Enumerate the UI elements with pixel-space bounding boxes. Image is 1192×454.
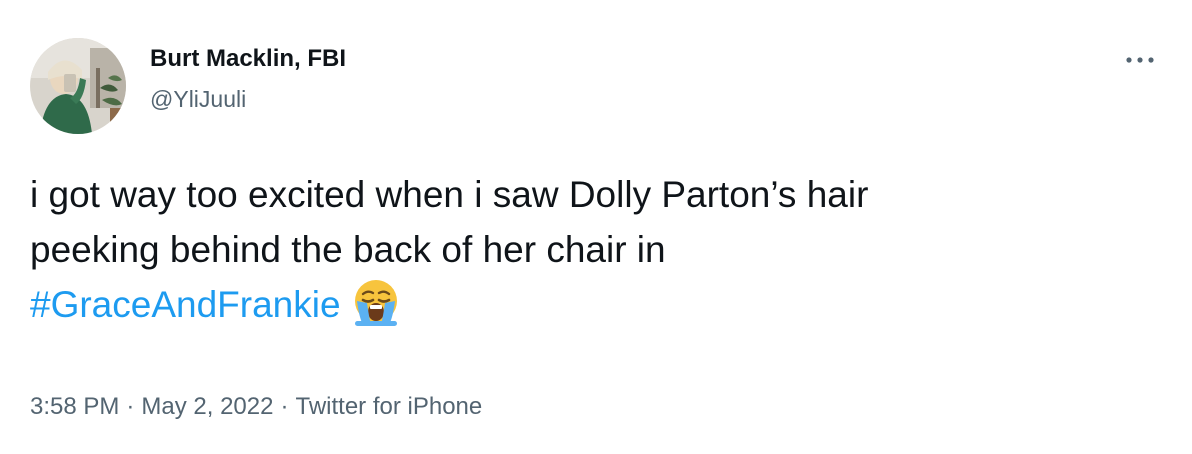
hashtag-link[interactable]: #GraceAndFrankie: [30, 284, 341, 325]
tweet-text-line-1: i got way too excited when i saw Dolly P…: [30, 174, 869, 215]
tweet-text: i got way too excited when i saw Dolly P…: [30, 167, 1150, 342]
profile-photo-icon: [30, 38, 126, 134]
tweet-text-line-2: peeking behind the back of her chair in: [30, 229, 666, 270]
tweet-date[interactable]: May 2, 2022: [141, 393, 273, 420]
avatar[interactable]: [30, 38, 126, 134]
tweet-card: Burt Macklin, FBI @YliJuuli i got way to…: [0, 0, 1192, 454]
loudly-crying-face-emoji-icon: [351, 277, 401, 342]
tweet-source[interactable]: Twitter for iPhone: [295, 393, 482, 420]
meta-separator: ·: [126, 393, 135, 420]
user-handle[interactable]: @YliJuuli: [150, 86, 246, 113]
display-name[interactable]: Burt Macklin, FBI: [150, 45, 346, 73]
tweet-meta: 3:58 PM · May 2, 2022 · Twitter for iPhone: [30, 393, 482, 421]
tweet-time[interactable]: 3:58 PM: [30, 393, 119, 420]
more-options-button[interactable]: [1118, 48, 1162, 72]
more-options-icon: [1126, 57, 1154, 63]
meta-separator: ·: [280, 393, 289, 420]
tweet-text-line-3: #GraceAndFrankie: [30, 277, 1150, 342]
